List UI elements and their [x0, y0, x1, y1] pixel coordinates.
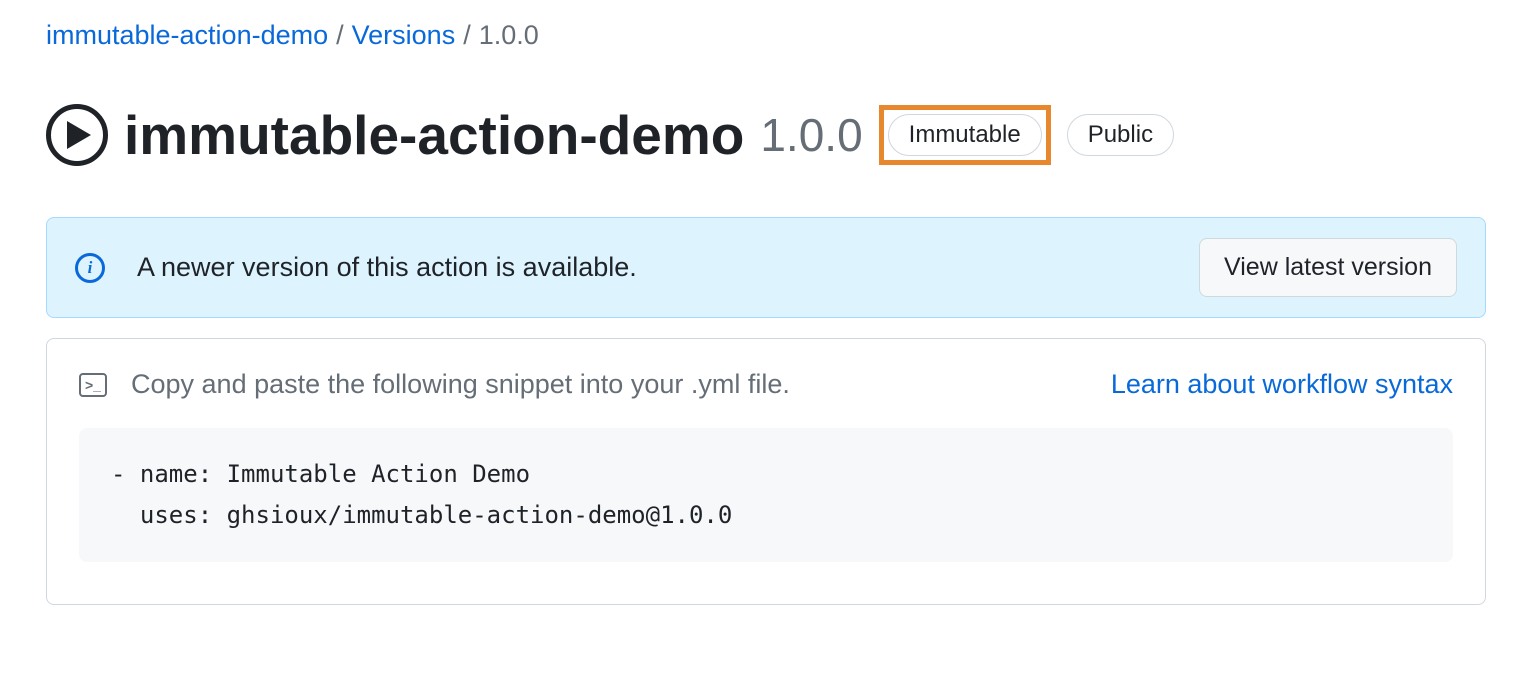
breadcrumb: immutable-action-demo / Versions / 1.0.0 — [46, 0, 1486, 51]
code-snippet[interactable]: - name: Immutable Action Demo uses: ghsi… — [79, 428, 1453, 562]
immutable-badge-highlight: Immutable — [879, 105, 1051, 165]
breadcrumb-separator: / — [463, 20, 471, 51]
view-latest-version-button[interactable]: View latest version — [1199, 238, 1457, 297]
public-badge: Public — [1067, 114, 1174, 156]
snippet-header-left: >_ Copy and paste the following snippet … — [79, 369, 790, 400]
page-title-row: immutable-action-demo 1.0.0 Immutable Pu… — [46, 103, 1486, 167]
breadcrumb-versions-link[interactable]: Versions — [352, 20, 456, 51]
newer-version-banner: i A newer version of this action is avai… — [46, 217, 1486, 318]
immutable-badge: Immutable — [888, 114, 1042, 156]
snippet-box: >_ Copy and paste the following snippet … — [46, 338, 1486, 605]
snippet-header: >_ Copy and paste the following snippet … — [79, 369, 1453, 400]
breadcrumb-current: 1.0.0 — [479, 20, 539, 51]
snippet-instruction: Copy and paste the following snippet int… — [131, 369, 790, 400]
banner-left: i A newer version of this action is avai… — [75, 252, 637, 283]
breadcrumb-separator: / — [336, 20, 344, 51]
info-icon: i — [75, 253, 105, 283]
terminal-icon: >_ — [79, 373, 107, 397]
learn-workflow-syntax-link[interactable]: Learn about workflow syntax — [1111, 369, 1453, 400]
version-label: 1.0.0 — [760, 108, 862, 162]
banner-message: A newer version of this action is availa… — [137, 252, 637, 283]
breadcrumb-repo-link[interactable]: immutable-action-demo — [46, 20, 328, 51]
page-title: immutable-action-demo — [124, 103, 744, 167]
play-circle-icon — [46, 104, 108, 166]
